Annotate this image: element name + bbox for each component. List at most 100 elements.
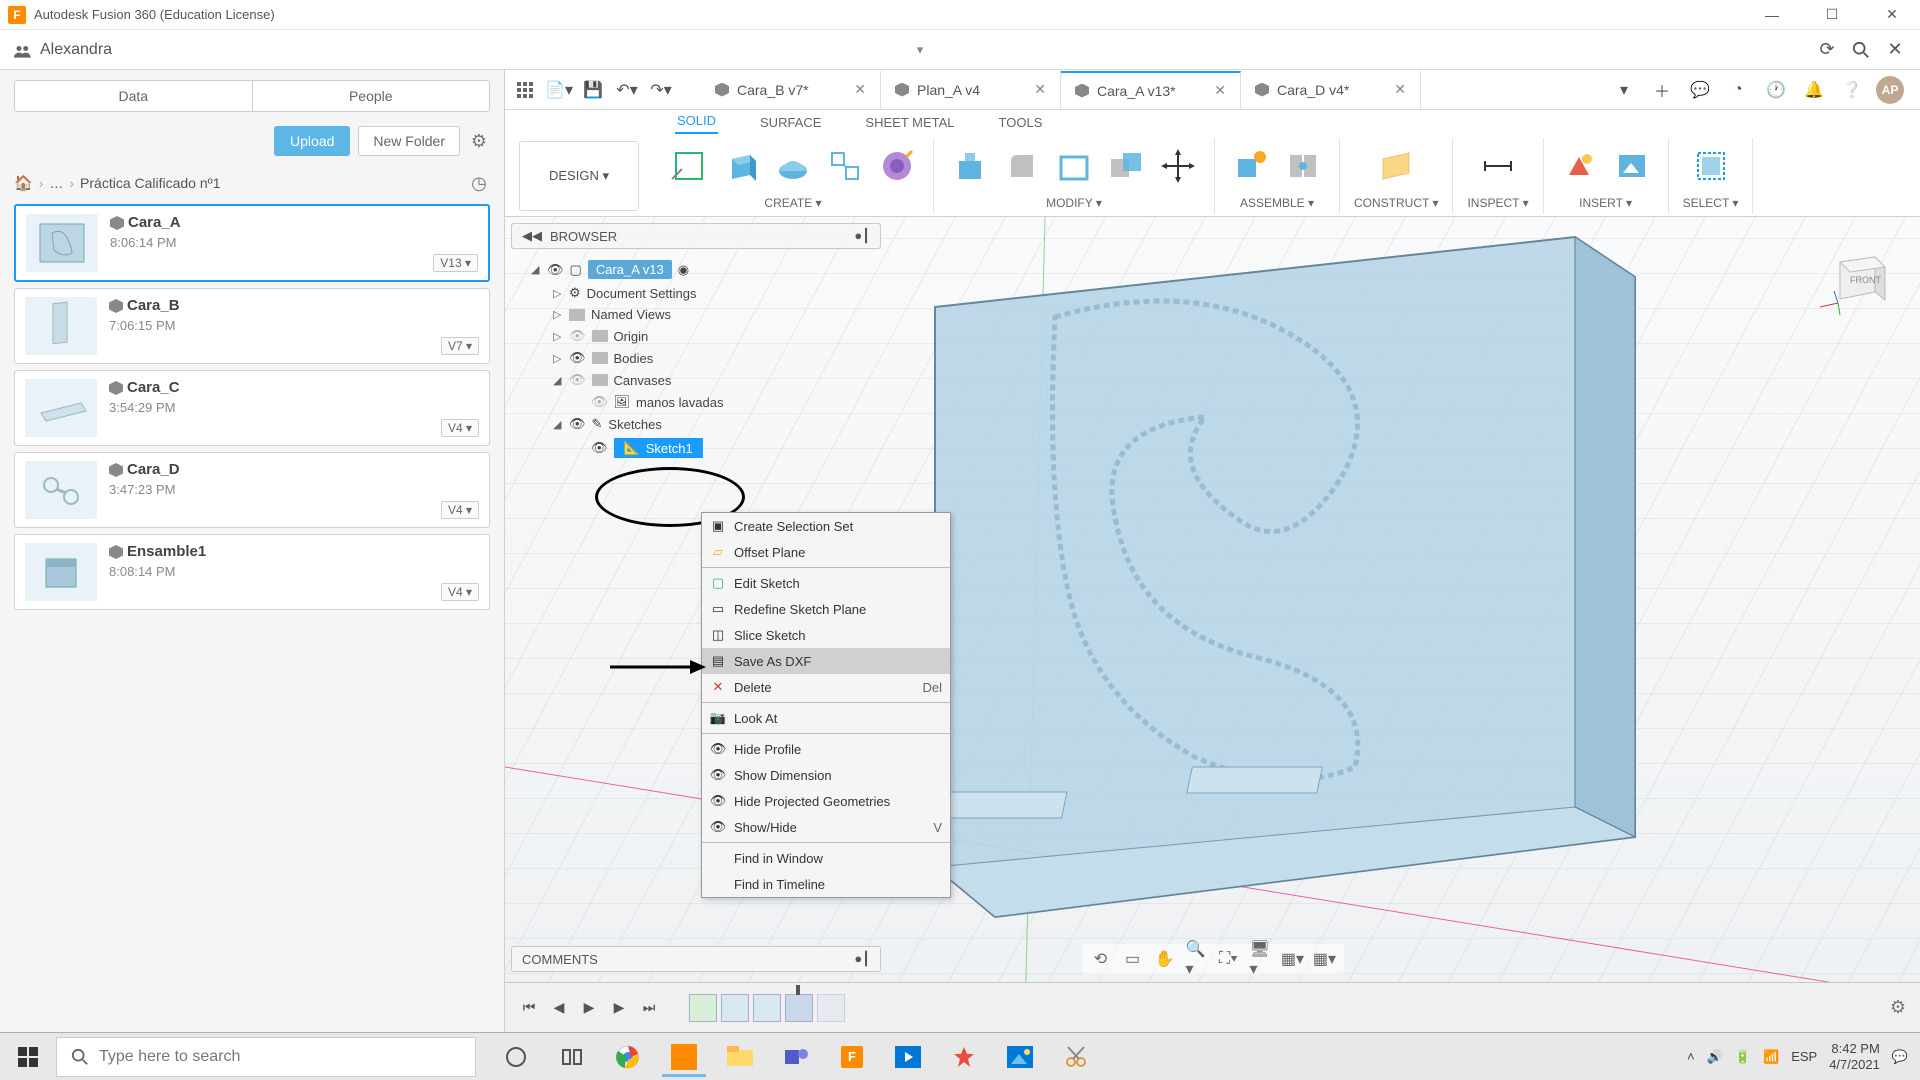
- create-derive-icon[interactable]: [823, 144, 867, 188]
- menu-redefine-sketch[interactable]: ▭Redefine Sketch Plane: [702, 596, 950, 622]
- redo-icon[interactable]: ↷▾: [647, 76, 675, 104]
- tree-root[interactable]: ◢ 👁 ▢ Cara_A v13 ◉: [531, 257, 881, 282]
- taskbar-app-teams[interactable]: [770, 1037, 822, 1077]
- file-item-cara-b[interactable]: Cara_B 7:06:15 PM V7 ▾: [14, 288, 490, 364]
- comments-panel-header[interactable]: COMMENTS ●┃: [511, 946, 881, 972]
- expand-icon[interactable]: ▷: [553, 287, 563, 300]
- close-tab-icon[interactable]: ✕: [854, 81, 866, 98]
- version-dropdown[interactable]: V7 ▾: [441, 337, 479, 355]
- tabs-overflow-icon[interactable]: ▾: [1610, 76, 1638, 104]
- tree-node-origin[interactable]: ▷👁Origin: [531, 325, 881, 347]
- insert-decal-icon[interactable]: [1558, 144, 1602, 188]
- expand-icon[interactable]: ◢: [553, 374, 563, 387]
- menu-find-in-window[interactable]: Find in Window: [702, 845, 950, 871]
- doc-tab-cara-a[interactable]: Cara_A v13*✕: [1061, 71, 1241, 109]
- timeline-feature[interactable]: [785, 994, 813, 1022]
- tree-node-sketches[interactable]: ◢👁✎Sketches: [531, 413, 881, 435]
- construct-plane-icon[interactable]: [1374, 144, 1418, 188]
- tree-node-bodies[interactable]: ▷👁Bodies: [531, 347, 881, 369]
- file-item-cara-d[interactable]: Cara_D 3:47:23 PM V4 ▾: [14, 452, 490, 528]
- assemble-joint-icon[interactable]: [1281, 144, 1325, 188]
- ribbon-tab-solid[interactable]: SOLID: [675, 109, 718, 134]
- zoom-icon[interactable]: 🔍▾: [1186, 948, 1208, 970]
- expand-icon[interactable]: ◢: [553, 418, 563, 431]
- file-item-ensamble[interactable]: Ensamble1 8:08:14 PM V4 ▾: [14, 534, 490, 610]
- ribbon-group-label[interactable]: MODIFY ▾: [1046, 194, 1102, 214]
- ribbon-group-label[interactable]: CONSTRUCT ▾: [1354, 194, 1438, 214]
- extensions-icon[interactable]: ◔: [1724, 76, 1752, 104]
- new-folder-button[interactable]: New Folder: [358, 126, 460, 156]
- close-tab-icon[interactable]: ✕: [1214, 82, 1226, 99]
- visibility-icon[interactable]: 👁: [591, 440, 608, 456]
- taskbar-app-fusion2[interactable]: F: [826, 1037, 878, 1077]
- grid-settings-icon[interactable]: ▦▾: [1282, 948, 1304, 970]
- ribbon-group-label[interactable]: CREATE ▾: [764, 194, 821, 214]
- version-dropdown[interactable]: V4 ▾: [441, 501, 479, 519]
- display-settings-icon[interactable]: 🖥▾: [1250, 948, 1272, 970]
- modify-shell-icon[interactable]: [1052, 144, 1096, 188]
- breadcrumb-ellipsis[interactable]: …: [49, 175, 63, 191]
- menu-delete[interactable]: ✕DeleteDel: [702, 674, 950, 700]
- language-indicator[interactable]: ESP: [1791, 1049, 1817, 1064]
- timeline-end-icon[interactable]: ⏭: [639, 998, 659, 1018]
- timeline-start-icon[interactable]: ⏮: [519, 998, 539, 1018]
- pin-icon[interactable]: ●┃: [854, 951, 870, 967]
- ribbon-tab-tools[interactable]: TOOLS: [997, 111, 1045, 134]
- create-sketch-icon[interactable]: [667, 144, 711, 188]
- menu-edit-sketch[interactable]: ▢Edit Sketch: [702, 570, 950, 596]
- panel-settings-icon[interactable]: ⚙: [468, 130, 490, 152]
- volume-icon[interactable]: 🔊: [1707, 1049, 1723, 1065]
- modify-move-icon[interactable]: [1156, 144, 1200, 188]
- action-center-icon[interactable]: 💬: [1892, 1049, 1908, 1065]
- timeline-settings-icon[interactable]: ⚙: [1890, 997, 1906, 1018]
- taskbar-app-chrome[interactable]: [602, 1037, 654, 1077]
- breadcrumb-current[interactable]: Práctica Calificado nº1: [80, 175, 221, 191]
- modify-fillet-icon[interactable]: [1000, 144, 1044, 188]
- model-viewport[interactable]: FRONT ◀◀ BROWSER ●┃ ◢ 👁 ▢ Cara_A v13 ◉: [505, 217, 1920, 1032]
- tree-node-canvases[interactable]: ◢👁Canvases: [531, 369, 881, 391]
- taskbar-clock[interactable]: 8:42 PM 4/7/2021: [1829, 1041, 1880, 1072]
- user-avatar[interactable]: AP: [1876, 76, 1904, 104]
- chevron-down-icon[interactable]: ▾: [917, 42, 924, 58]
- menu-save-as-dxf[interactable]: ▤Save As DXF: [702, 648, 950, 674]
- tree-node-document-settings[interactable]: ▷⚙Document Settings: [531, 282, 881, 304]
- timeline-feature[interactable]: [817, 994, 845, 1022]
- wifi-icon[interactable]: 📶: [1763, 1049, 1779, 1065]
- job-status-icon[interactable]: 🕐: [1762, 76, 1790, 104]
- ribbon-tab-sheet-metal[interactable]: SHEET METAL: [863, 111, 956, 134]
- collapse-icon[interactable]: ◀◀: [522, 228, 542, 244]
- ribbon-group-label[interactable]: INSERT ▾: [1579, 194, 1632, 214]
- save-icon[interactable]: 💾: [579, 76, 607, 104]
- fit-icon[interactable]: ⛶▾: [1218, 948, 1240, 970]
- expand-icon[interactable]: ▷: [553, 330, 563, 343]
- ribbon-group-label[interactable]: INSPECT ▾: [1467, 194, 1528, 214]
- pan-icon[interactable]: ✋: [1154, 948, 1176, 970]
- browser-panel-header[interactable]: ◀◀ BROWSER ●┃: [511, 223, 881, 249]
- timeline-feature[interactable]: [721, 994, 749, 1022]
- expand-icon[interactable]: ▷: [553, 308, 563, 321]
- file-item-cara-a[interactable]: Cara_A 8:06:14 PM V13 ▾: [14, 204, 490, 282]
- help-icon[interactable]: ❔: [1838, 76, 1866, 104]
- menu-hide-projected[interactable]: 👁Hide Projected Geometries: [702, 788, 950, 814]
- insert-canvas-icon[interactable]: [1610, 144, 1654, 188]
- pin-icon[interactable]: ●┃: [854, 228, 870, 244]
- menu-find-in-timeline[interactable]: Find in Timeline: [702, 871, 950, 897]
- modify-combine-icon[interactable]: [1104, 144, 1148, 188]
- username-label[interactable]: Alexandra: [40, 41, 921, 59]
- taskbar-app-movies[interactable]: [882, 1037, 934, 1077]
- task-view-icon[interactable]: [546, 1037, 598, 1077]
- expand-icon[interactable]: ▷: [553, 352, 563, 365]
- visibility-icon[interactable]: 👁: [547, 262, 564, 278]
- visibility-icon[interactable]: 👁: [569, 328, 586, 344]
- grid-apps-icon[interactable]: [511, 76, 539, 104]
- new-tab-icon[interactable]: ＋: [1648, 76, 1676, 104]
- refresh-icon[interactable]: ⟳: [1816, 39, 1838, 61]
- timeline-feature[interactable]: [753, 994, 781, 1022]
- timeline-feature[interactable]: [689, 994, 717, 1022]
- timeline-play-icon[interactable]: ▶: [579, 998, 599, 1018]
- ribbon-tab-surface[interactable]: SURFACE: [758, 111, 823, 134]
- upload-button[interactable]: Upload: [274, 126, 350, 156]
- menu-hide-profile[interactable]: 👁Hide Profile: [702, 736, 950, 762]
- window-minimize-button[interactable]: ―: [1752, 3, 1792, 27]
- modify-presspull-icon[interactable]: [948, 144, 992, 188]
